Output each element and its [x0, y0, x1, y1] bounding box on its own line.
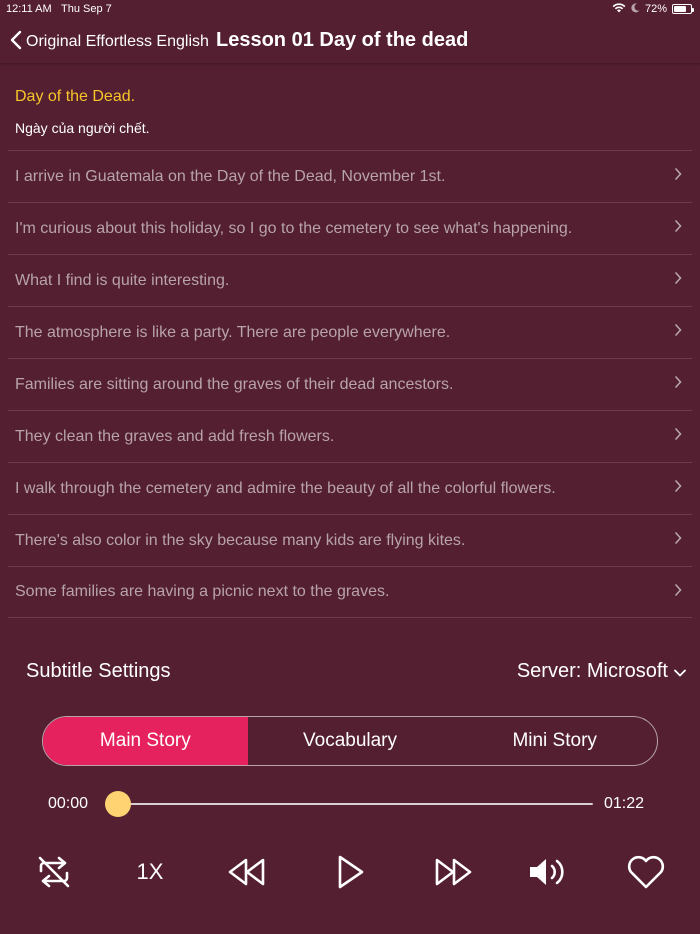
- play-button[interactable]: [326, 848, 374, 896]
- chevron-right-icon: [674, 531, 682, 550]
- list-item[interactable]: There's also color in the sky because ma…: [8, 514, 692, 566]
- chevron-right-icon: [674, 271, 682, 290]
- sentence-text: I walk through the cemetery and admire t…: [15, 479, 556, 497]
- rewind-button[interactable]: [222, 848, 272, 896]
- sentence-text: Some families are having a picnic next t…: [15, 583, 390, 600]
- fast-forward-button[interactable]: [428, 848, 478, 896]
- sentence-text: I arrive in Guatemala on the Day of the …: [15, 167, 446, 185]
- heart-icon: [625, 853, 667, 891]
- sentence-text: What I find is quite interesting.: [15, 271, 230, 289]
- story-title-english: Day of the Dead.: [15, 88, 136, 105]
- list-item[interactable]: What I find is quite interesting.: [8, 254, 692, 306]
- playback-speed-label: 1X: [136, 859, 164, 884]
- sentence-text: They clean the graves and add fresh flow…: [15, 427, 335, 445]
- battery-percent: 72%: [644, 3, 667, 15]
- content-tabs: Main Story Vocabulary Mini Story: [42, 716, 658, 766]
- playback-speed-button[interactable]: 1X: [126, 848, 174, 896]
- server-select-label: Server: Microsoft: [516, 660, 668, 682]
- back-button-label: Original Effortless English: [26, 33, 209, 50]
- chevron-right-icon: [674, 219, 682, 238]
- list-item[interactable]: They clean the graves and add fresh flow…: [8, 410, 692, 462]
- playback-controls: 1X: [0, 848, 700, 896]
- total-time: 01:22: [604, 795, 645, 812]
- tab-main-story[interactable]: Main Story: [43, 717, 248, 765]
- chevron-right-icon: [674, 427, 682, 446]
- chevron-down-icon: [674, 660, 686, 683]
- wifi-icon: [612, 2, 626, 16]
- chevron-right-icon: [674, 479, 682, 498]
- chevron-right-icon: [674, 167, 682, 186]
- navigation-bar: Original Effortless English Lesson 01 Da…: [0, 20, 700, 64]
- status-indicators: 72%: [612, 2, 694, 16]
- chevron-right-icon: [674, 375, 682, 394]
- story-title-vietnamese: Ngày của người chết.: [15, 120, 150, 136]
- list-item[interactable]: Families are sitting around the graves o…: [8, 358, 692, 410]
- list-item[interactable]: I'm curious about this holiday, so I go …: [8, 202, 692, 254]
- favorite-button[interactable]: [622, 848, 670, 896]
- current-time: 00:00: [48, 795, 89, 812]
- rewind-icon: [226, 856, 268, 888]
- sentence-text: The atmosphere is like a party. There ar…: [15, 323, 451, 341]
- chevron-right-icon: [674, 323, 682, 342]
- volume-button[interactable]: [524, 848, 574, 896]
- list-item[interactable]: Some families are having a picnic next t…: [8, 566, 692, 618]
- list-item[interactable]: The atmosphere is like a party. There ar…: [8, 306, 692, 358]
- repeat-off-icon: [34, 852, 74, 892]
- status-time: 12:11 AM: [6, 3, 52, 15]
- sentence-list: I arrive in Guatemala on the Day of the …: [8, 150, 692, 618]
- progress-slider-thumb[interactable]: [105, 791, 131, 817]
- subtitle-settings-button[interactable]: Subtitle Settings: [26, 660, 171, 683]
- sentence-text: I'm curious about this holiday, so I go …: [15, 219, 573, 237]
- moon-icon: [631, 2, 640, 16]
- progress-slider[interactable]: [118, 803, 593, 805]
- chevron-right-icon: [674, 583, 682, 602]
- volume-icon: [526, 854, 572, 890]
- battery-fill: [674, 6, 686, 12]
- battery-icon: [672, 4, 694, 14]
- fast-forward-icon: [432, 856, 474, 888]
- tab-mini-story[interactable]: Mini Story: [452, 717, 657, 765]
- list-item[interactable]: I walk through the cemetery and admire t…: [8, 462, 692, 514]
- list-item[interactable]: I arrive in Guatemala on the Day of the …: [8, 150, 692, 202]
- tab-vocabulary[interactable]: Vocabulary: [248, 717, 453, 765]
- play-icon: [334, 854, 366, 890]
- server-select[interactable]: Server: Microsoft: [517, 660, 686, 683]
- sentence-text: There's also color in the sky because ma…: [15, 531, 466, 549]
- chevron-left-icon: [10, 30, 22, 55]
- sentence-text: Families are sitting around the graves o…: [15, 375, 454, 393]
- back-button[interactable]: Original Effortless English: [10, 28, 209, 56]
- page-title: Lesson 01 Day of the dead: [216, 29, 469, 51]
- status-bar: 12:11 AM Thu Sep 7 72%: [0, 0, 700, 20]
- repeat-button[interactable]: [30, 848, 78, 896]
- status-date: Thu Sep 7: [61, 3, 112, 15]
